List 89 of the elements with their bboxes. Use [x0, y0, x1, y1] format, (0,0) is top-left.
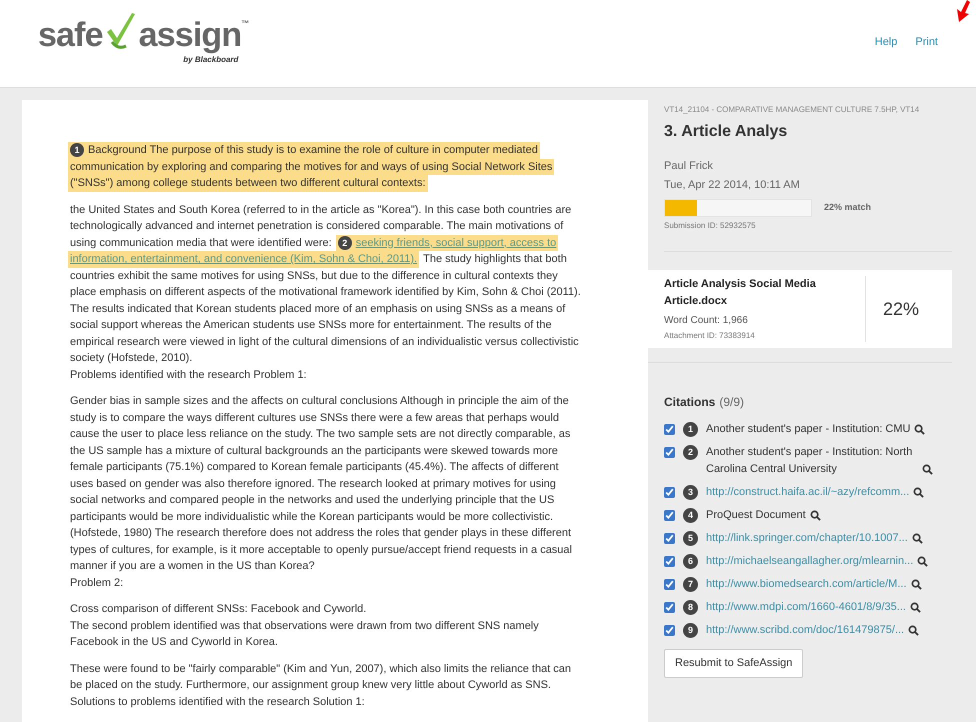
safeassign-logo: safe assign™ by Blackboard	[38, 12, 248, 66]
matched-text[interactable]: communication by exploring and comparing the motives for and ways of using Social Network Sites	[70, 158, 552, 175]
body-text: countries exhibit the same motives for using SNSs, but due to the difference in cultural contexts they	[69, 268, 559, 284]
body-text: These were found to be "fairly comparable" (Kim and Yun, 2007), which also limits the reliance that can	[69, 662, 572, 676]
body-text: female participants (75.1%) compared to Korean female participants (45.4%). The affects of different	[69, 460, 560, 475]
body-text: social networks and compared people in the networks and used the underlying principle that the US	[69, 493, 556, 508]
author-name: Paul Frick	[664, 159, 714, 174]
match-percent: 22%	[882, 298, 920, 320]
body-text: the United States and South Korea (referred to in the article as "Korea"). In this case both countries are	[69, 202, 572, 218]
body-text: Problem 2:	[69, 576, 124, 590]
search-icon[interactable]	[810, 510, 821, 521]
citation-source: Another student's paper - Institution: North Carolina Central University	[706, 445, 914, 477]
matched-text[interactable]: ("SNSs") among college students between two different cultural contexts:	[70, 175, 426, 192]
body-text: Problems identified with the research Problem 1:	[69, 368, 308, 382]
body-text: manner if you are a women in the US than Korea?	[69, 559, 316, 574]
citation-checkbox[interactable]	[664, 447, 675, 458]
matched-text[interactable]: Background The purpose of this study is to examine the role of culture in computer mediated	[88, 142, 538, 158]
search-icon[interactable]	[922, 464, 933, 475]
body-text: society (Hofstede, 2010).	[69, 351, 194, 366]
body-text: (Hofstede, 1980) The research therefore does not address the roles that gender plays in these different	[69, 526, 572, 541]
citation-link[interactable]: http://www.biomedsearch.com/article/M...	[706, 576, 907, 593]
resubmit-button[interactable]: Resubmit to SafeAssign	[664, 649, 804, 678]
match-label: 22% match	[824, 201, 872, 214]
attachment-name[interactable]: Article Analysis Social Media Article.docx	[664, 276, 865, 309]
number-badge: 3	[683, 485, 698, 500]
citation-checkbox[interactable]	[664, 533, 675, 544]
citation-link[interactable]: http://www.scribd.com/doc/161479875/...	[706, 622, 904, 639]
search-icon[interactable]	[910, 579, 922, 590]
body-text: social support whereas the American students use SNSs more for entertainment. The results of the	[69, 318, 553, 333]
search-icon[interactable]	[917, 556, 928, 567]
citation-link[interactable]: http://michaelseangallagher.org/mlearnin...	[706, 553, 914, 570]
body-text: place emphasis on different aspects of the motivational framework identified by Kim, Sohn & Choi (2011).	[69, 285, 582, 300]
body-text: Solutions to problems identified with the research Solution 1:	[69, 694, 366, 710]
submission-date: Tue, Apr 22 2014, 10:11 AM	[664, 178, 801, 192]
body-text: participants would be more individualistic while the Korean participants would be more collectivistic.	[69, 510, 554, 524]
citation-checkbox[interactable]	[664, 487, 675, 498]
body-text: cause the user to place less reliance on the study. The two sample sets are not directly comparable, as	[69, 427, 572, 442]
body-text: be placed on the study. Furthermore, our assignment group knew very little about Cyworld as SNS.	[69, 678, 552, 693]
number-badge: 1	[683, 422, 698, 437]
body-text: empirical research were viewed in light of the cultural dimensions of an individualistic versus collectivistic	[69, 334, 580, 350]
header-link[interactable]: Help	[874, 34, 898, 50]
number-badge: 5	[683, 531, 698, 546]
body-text: Facebook in the US and Cyworld in Korea.	[69, 635, 279, 650]
attachment-id: Attachment ID: 73383914	[664, 330, 756, 342]
submission-id: Submission ID: 52932575	[664, 220, 757, 232]
citations-heading: Citations	[664, 395, 716, 409]
body-text: uses based on gender was also therefore ignored. The research looked at primary motives for using	[69, 476, 557, 492]
number-badge: 2	[338, 236, 352, 250]
citation-checkbox[interactable]	[664, 424, 675, 435]
body-text: The second problem identified was that observations were drawn from two different SNS namely	[69, 618, 540, 634]
citation-checkbox[interactable]	[664, 602, 675, 613]
number-badge: 4	[683, 508, 698, 523]
citation-link[interactable]: http://www.mdpi.com/1660-4601/8/9/35...	[706, 599, 906, 616]
body-text: The study highlights that both	[422, 252, 568, 267]
body-text: the US sample has a mixture of cultural backgrounds an the participants were skewed towards more	[69, 444, 559, 458]
citation-checkbox[interactable]	[664, 625, 675, 636]
number-badge: 2	[683, 445, 698, 460]
annotation-arrow	[957, 0, 970, 22]
word-count: Word Count: 1,966	[664, 314, 749, 328]
citation-link[interactable]: http://construct.haifa.ac.il/~azy/refcomm...	[706, 484, 910, 501]
body-text: types of cultures, for example, is it more acceptable to openly pursue/accept friend requests in a casual	[69, 542, 573, 558]
citation-checkbox[interactable]	[664, 579, 675, 590]
number-badge: 6	[683, 554, 698, 569]
citation-link[interactable]: http://link.springer.com/chapter/10.1007...	[706, 530, 908, 547]
citation-checkbox[interactable]	[664, 556, 675, 567]
number-badge: 9	[683, 623, 698, 638]
header-link[interactable]: Print	[915, 34, 938, 50]
course-name: VT14_21104 - COMPARATIVE MANAGEMENT CULTURE 7.5HP, VT14	[664, 104, 920, 116]
citations-count: (9/9)	[719, 395, 744, 409]
body-text: The results indicated that Korean students placed more of an emphasis on using SNSs as a means of	[69, 302, 566, 316]
matched-link[interactable]: information, entertainment, and convenience (Kim, Sohn & Choi, 2011).	[70, 251, 418, 268]
matched-link[interactable]: seeking friends, social support, access to	[356, 234, 556, 251]
body-text: Gender bias in sample sizes and the affects on cultural conclusions Although in principle the aim of the	[69, 394, 570, 409]
body-text: study is to compare the ways different cultures use SNSs there were a few areas that perhaps would	[69, 410, 560, 426]
citation-source: Another student's paper - Institution: CMU	[706, 422, 910, 437]
search-icon[interactable]	[913, 487, 924, 498]
number-badge: 8	[683, 600, 698, 615]
search-icon[interactable]	[910, 602, 921, 613]
body-text: technologically advanced and internet penetration is considered comparable. The main motivations of	[69, 219, 564, 234]
search-icon[interactable]	[908, 625, 920, 636]
citation-checkbox[interactable]	[664, 510, 675, 521]
search-icon[interactable]	[912, 533, 923, 544]
number-badge: 1	[70, 143, 84, 158]
assignment-title: 3. Article Analys	[664, 122, 788, 142]
body-text: Cross comparison of different SNSs: Facebook and Cyworld.	[69, 602, 368, 617]
search-icon[interactable]	[914, 424, 926, 435]
citation-source: ProQuest Document	[706, 508, 806, 523]
body-text: using communication media that were identified were:	[69, 236, 333, 250]
number-badge: 7	[683, 577, 698, 592]
